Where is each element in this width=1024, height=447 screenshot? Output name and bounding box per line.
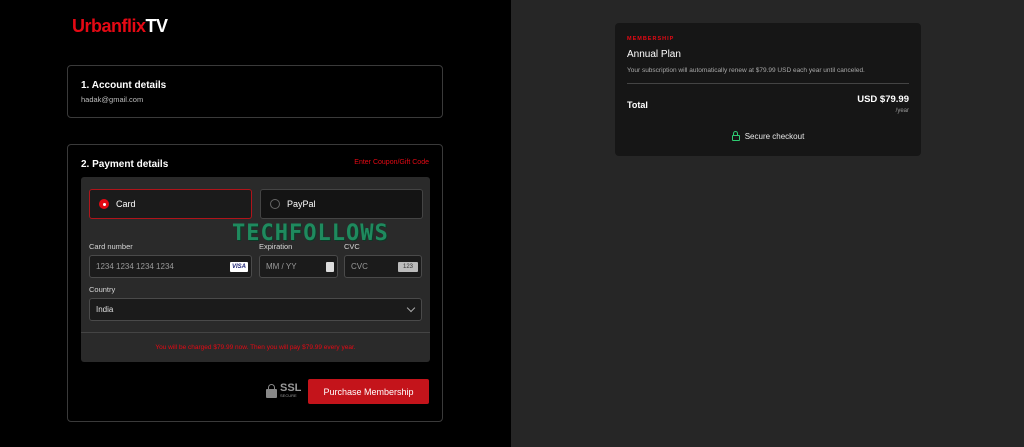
order-summary-card: MEMBERSHIP Annual Plan Your subscription…	[615, 23, 921, 156]
payment-method-paypal[interactable]: PayPal	[260, 189, 423, 219]
total-label: Total	[627, 100, 648, 110]
card-number-input[interactable]: 1234 1234 1234 1234 VISA	[89, 255, 252, 278]
country-select[interactable]: India	[89, 298, 422, 321]
coupon-gift-code-link[interactable]: Enter Coupon/Gift Code	[354, 159, 429, 166]
payment-method-paypal-label: PayPal	[287, 199, 316, 209]
account-details-section: 1. Account details hadak@gmail.com	[67, 65, 443, 118]
logo-tv-text: TV	[145, 16, 169, 36]
paypal-radio-icon[interactable]	[270, 199, 280, 209]
purchase-membership-button[interactable]: Purchase Membership	[308, 379, 429, 404]
lock-icon	[266, 383, 277, 398]
cvc-card-icon: 123	[398, 262, 418, 272]
payment-details-heading: 2. Payment details	[81, 159, 169, 170]
logo-brand-text: Urbanflix	[72, 16, 146, 36]
billing-period: /year	[895, 108, 909, 114]
cvc-input[interactable]: CVC 123	[344, 255, 422, 278]
secure-checkout-label: Secure checkout	[744, 131, 805, 141]
calendar-icon	[326, 262, 334, 272]
chevron-down-icon	[406, 303, 416, 313]
renewal-notice: Your subscription will automatically ren…	[627, 67, 865, 74]
total-price: USD $79.99	[857, 94, 909, 105]
lock-icon	[731, 131, 740, 141]
visa-icon: VISA	[230, 262, 248, 272]
card-number-placeholder: 1234 1234 1234 1234	[96, 262, 174, 271]
expiration-placeholder: MM / YY	[266, 262, 297, 271]
summary-divider	[627, 83, 909, 84]
techfollows-watermark: TECHFOLLOWS	[232, 221, 389, 246]
ssl-badge-subtext: SECURE	[280, 393, 297, 398]
cvc-placeholder: CVC	[351, 262, 368, 271]
checkout-left-panel: UrbanflixTV 1. Account details hadak@gma…	[0, 0, 511, 447]
card-radio-selected-icon[interactable]	[99, 199, 109, 209]
payment-method-card-label: Card	[116, 199, 136, 209]
form-divider	[81, 332, 430, 333]
country-value: India	[96, 305, 114, 314]
payment-form: Card PayPal Card number 1234 1234 1234 1…	[81, 177, 430, 362]
account-email: hadak@gmail.com	[81, 95, 144, 104]
ssl-secure-badge: SSL SECURE	[266, 383, 301, 398]
membership-kicker: MEMBERSHIP	[627, 36, 675, 42]
country-label: Country	[89, 285, 116, 294]
urbanflix-logo[interactable]: UrbanflixTV	[72, 16, 168, 37]
payment-method-card[interactable]: Card	[89, 189, 252, 219]
plan-name: Annual Plan	[627, 49, 681, 60]
expiration-input[interactable]: MM / YY	[259, 255, 338, 278]
charge-notice: You will be charged $79.99 now. Then you…	[155, 344, 356, 351]
card-number-label: Card number	[89, 242, 133, 251]
secure-checkout: Secure checkout	[615, 131, 921, 141]
account-details-heading: 1. Account details	[81, 80, 167, 91]
